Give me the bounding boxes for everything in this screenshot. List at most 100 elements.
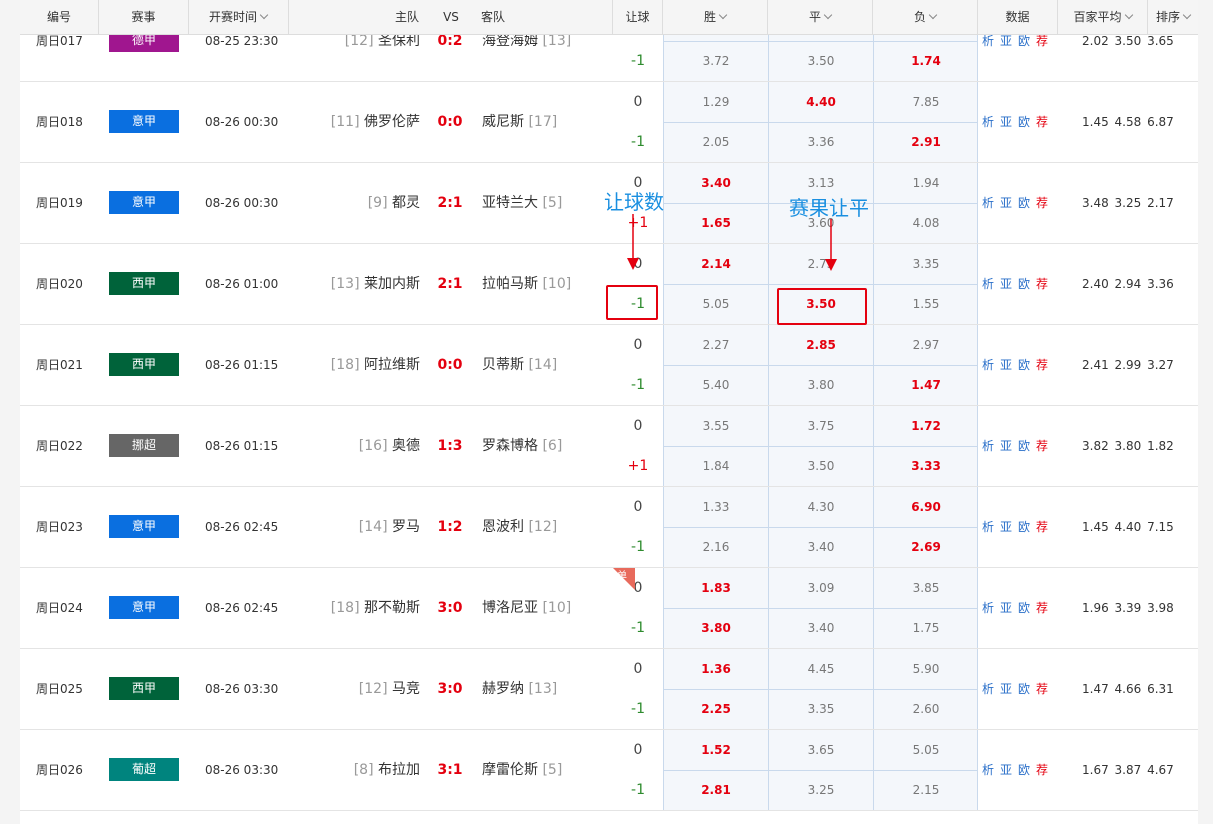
odds-cell[interactable]: 2.75 [769,244,873,284]
away-team[interactable]: 摩雷伦斯 [5] [482,730,562,810]
recommend-link[interactable]: 荐 [1036,520,1048,534]
recommend-link[interactable]: 荐 [1036,358,1048,372]
league-badge[interactable]: 西甲 [109,353,179,376]
euro-odds-link[interactable]: 欧 [1018,763,1030,777]
odds-cell[interactable]: 3.09 [769,568,873,608]
recommend-link[interactable]: 荐 [1036,601,1048,615]
odds-cell[interactable]: 4.40 [769,82,873,122]
odds-cell[interactable]: 1.94 [874,163,978,203]
odds-cell[interactable]: 1.83 [664,568,768,608]
odds-cell[interactable]: 2.15 [874,770,978,810]
odds-cell[interactable]: 4.30 [769,487,873,527]
league-badge[interactable]: 西甲 [109,677,179,700]
league-badge[interactable]: 意甲 [109,596,179,619]
away-team[interactable]: 罗森博格 [6] [482,406,562,486]
recommend-link[interactable]: 荐 [1036,763,1048,777]
away-team[interactable]: 赫罗纳 [13] [482,649,557,729]
odds-cell[interactable]: 2.85 [769,325,873,365]
league-badge[interactable]: 西甲 [109,272,179,295]
odds-cell[interactable]: 1.33 [664,487,768,527]
recommend-link[interactable]: 荐 [1036,277,1048,291]
asian-odds-link[interactable]: 亚 [1000,763,1012,777]
odds-cell[interactable]: 2.91 [874,122,978,162]
asian-odds-link[interactable]: 亚 [1000,115,1012,129]
odds-cell[interactable]: 1.55 [874,284,978,324]
header-league[interactable]: 赛事 [99,0,189,34]
analysis-link[interactable]: 析 [982,358,994,372]
odds-cell[interactable]: 5.40 [664,365,768,405]
odds-cell[interactable]: 2.16 [664,527,768,567]
header-win-sort[interactable]: 胜 [663,0,768,34]
header-time-sort[interactable]: 开赛时间 [189,0,289,34]
odds-cell[interactable]: 2.05 [664,122,768,162]
away-team[interactable]: 亚特兰大 [5] [482,163,562,243]
analysis-link[interactable]: 析 [982,34,994,48]
odds-cell[interactable]: 1.72 [874,406,978,446]
away-team[interactable]: 威尼斯 [17] [482,82,557,162]
odds-cell[interactable]: 3.50 [769,41,873,81]
home-team[interactable]: [8] 布拉加 [354,730,420,810]
header-draw-sort[interactable]: 平 [768,0,873,34]
odds-cell[interactable]: 5.90 [874,649,978,689]
league-badge[interactable]: 意甲 [109,515,179,538]
odds-cell[interactable]: 3.40 [769,608,873,648]
analysis-link[interactable]: 析 [982,520,994,534]
euro-odds-link[interactable]: 欧 [1018,196,1030,210]
odds-cell[interactable]: 2.69 [874,527,978,567]
header-lose-sort[interactable]: 负 [873,0,978,34]
recommend-link[interactable]: 荐 [1036,196,1048,210]
odds-cell[interactable]: 3.85 [874,568,978,608]
odds-cell[interactable]: 2.27 [664,325,768,365]
home-team[interactable]: [16] 奥德 [359,406,420,486]
odds-cell[interactable]: 6.90 [874,487,978,527]
odds-cell[interactable]: 5.05 [874,730,978,770]
asian-odds-link[interactable]: 亚 [1000,277,1012,291]
odds-cell[interactable]: 3.25 [769,770,873,810]
home-team[interactable]: [13] 莱加内斯 [331,244,420,324]
asian-odds-link[interactable]: 亚 [1000,682,1012,696]
odds-cell[interactable]: 1.36 [664,649,768,689]
league-badge[interactable]: 意甲 [109,191,179,214]
euro-odds-link[interactable]: 欧 [1018,358,1030,372]
odds-cell[interactable]: 2.14 [664,244,768,284]
odds-cell[interactable]: 3.50 [769,446,873,486]
odds-cell[interactable]: 3.80 [769,365,873,405]
odds-cell[interactable]: 2.25 [664,689,768,729]
odds-cell[interactable]: 2.60 [874,689,978,729]
asian-odds-link[interactable]: 亚 [1000,439,1012,453]
euro-odds-link[interactable]: 欧 [1018,601,1030,615]
odds-cell[interactable]: 3.80 [664,608,768,648]
euro-odds-link[interactable]: 欧 [1018,277,1030,291]
odds-cell[interactable]: 3.72 [664,41,768,81]
odds-cell[interactable]: 1.52 [664,730,768,770]
league-badge[interactable]: 挪超 [109,434,179,457]
euro-odds-link[interactable]: 欧 [1018,439,1030,453]
odds-cell[interactable]: 3.36 [769,122,873,162]
asian-odds-link[interactable]: 亚 [1000,358,1012,372]
odds-cell[interactable]: 3.65 [769,730,873,770]
analysis-link[interactable]: 析 [982,115,994,129]
league-badge[interactable]: 意甲 [109,110,179,133]
recommend-link[interactable]: 荐 [1036,682,1048,696]
analysis-link[interactable]: 析 [982,439,994,453]
odds-cell[interactable]: 3.40 [664,163,768,203]
asian-odds-link[interactable]: 亚 [1000,520,1012,534]
odds-cell[interactable]: 3.35 [874,244,978,284]
odds-cell[interactable]: 2.81 [664,770,768,810]
euro-odds-link[interactable]: 欧 [1018,34,1030,48]
analysis-link[interactable]: 析 [982,196,994,210]
odds-cell[interactable]: 1.47 [874,365,978,405]
odds-cell[interactable]: 5.05 [664,284,768,324]
odds-cell[interactable]: 1.75 [874,608,978,648]
odds-cell[interactable]: 1.74 [874,41,978,81]
analysis-link[interactable]: 析 [982,601,994,615]
odds-cell[interactable]: 4.08 [874,203,978,243]
analysis-link[interactable]: 析 [982,682,994,696]
odds-cell[interactable]: 3.40 [769,527,873,567]
odds-cell[interactable]: 1.84 [664,446,768,486]
odds-cell[interactable]: 3.33 [874,446,978,486]
away-team[interactable]: 贝蒂斯 [14] [482,325,557,405]
odds-cell[interactable]: 3.55 [664,406,768,446]
odds-cell[interactable]: 3.75 [769,406,873,446]
home-team[interactable]: [18] 阿拉维斯 [331,325,420,405]
